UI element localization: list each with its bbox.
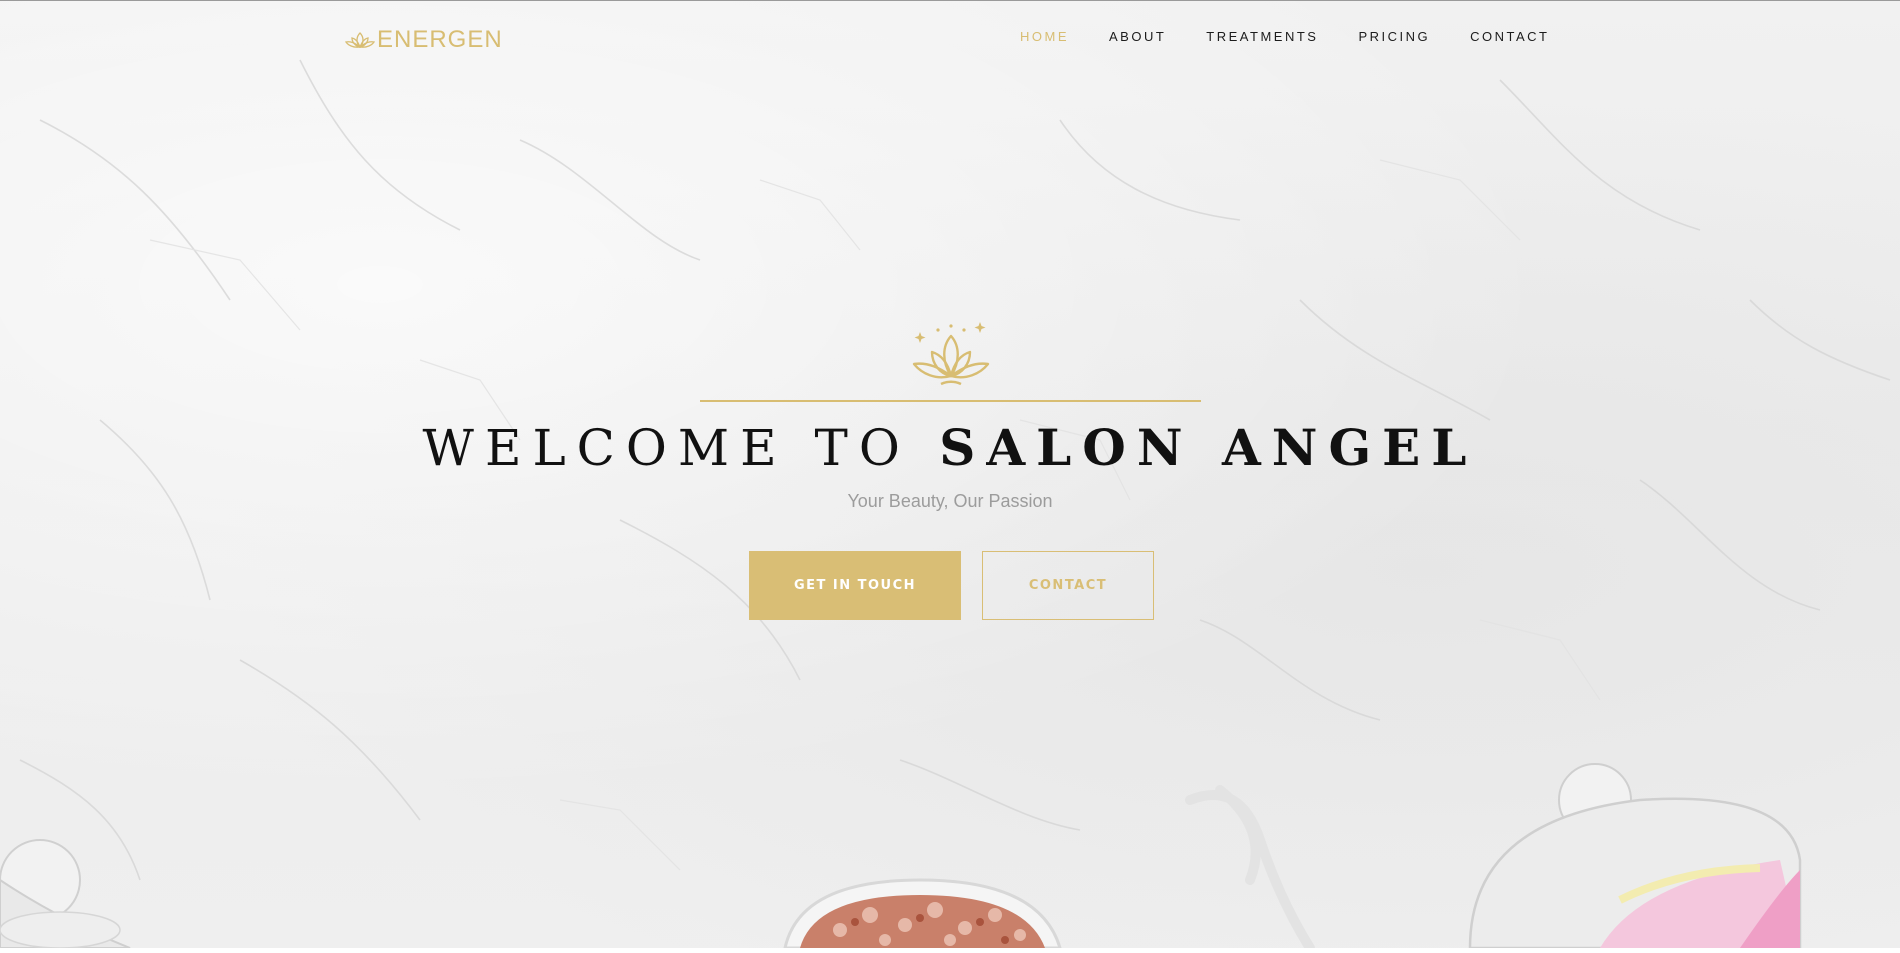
hero-title: WELCOME TO SALON ANGEL: [0, 418, 1900, 477]
hero-title-bold: SALON ANGEL: [939, 418, 1478, 477]
nav-item-home[interactable]: HOME: [1020, 29, 1069, 44]
lotus-icon: [912, 322, 990, 386]
nav-item-contact[interactable]: CONTACT: [1470, 29, 1549, 44]
lotus-icon: [345, 32, 375, 48]
nav-item-treatments[interactable]: TREATMENTS: [1206, 29, 1318, 44]
hero-title-light: WELCOME TO: [422, 419, 911, 477]
glass-jar-right: [1468, 763, 1802, 948]
top-border: [0, 0, 1900, 1]
rope-loofah: [1185, 785, 1315, 948]
brand-logo[interactable]: ENERGEN: [345, 26, 503, 54]
salt-bowl: [783, 878, 1062, 948]
brand-name: ENERGEN: [377, 26, 503, 53]
get-in-touch-button[interactable]: GET IN TOUCH: [749, 551, 961, 620]
hero-divider: [700, 400, 1201, 402]
glass-jar-left: [0, 839, 131, 948]
contact-button[interactable]: CONTACT: [982, 551, 1154, 620]
nav-item-about[interactable]: ABOUT: [1109, 29, 1166, 44]
main-nav: HOME ABOUT TREATMENTS PRICING CONTACT: [1020, 29, 1590, 44]
page-bottom-edge: [0, 948, 1900, 953]
nav-item-pricing[interactable]: PRICING: [1358, 29, 1430, 44]
hero-section: ENERGEN HOME ABOUT TREATMENTS PRICING CO…: [0, 0, 1900, 948]
hero-subtitle: Your Beauty, Our Passion: [847, 491, 1053, 511]
